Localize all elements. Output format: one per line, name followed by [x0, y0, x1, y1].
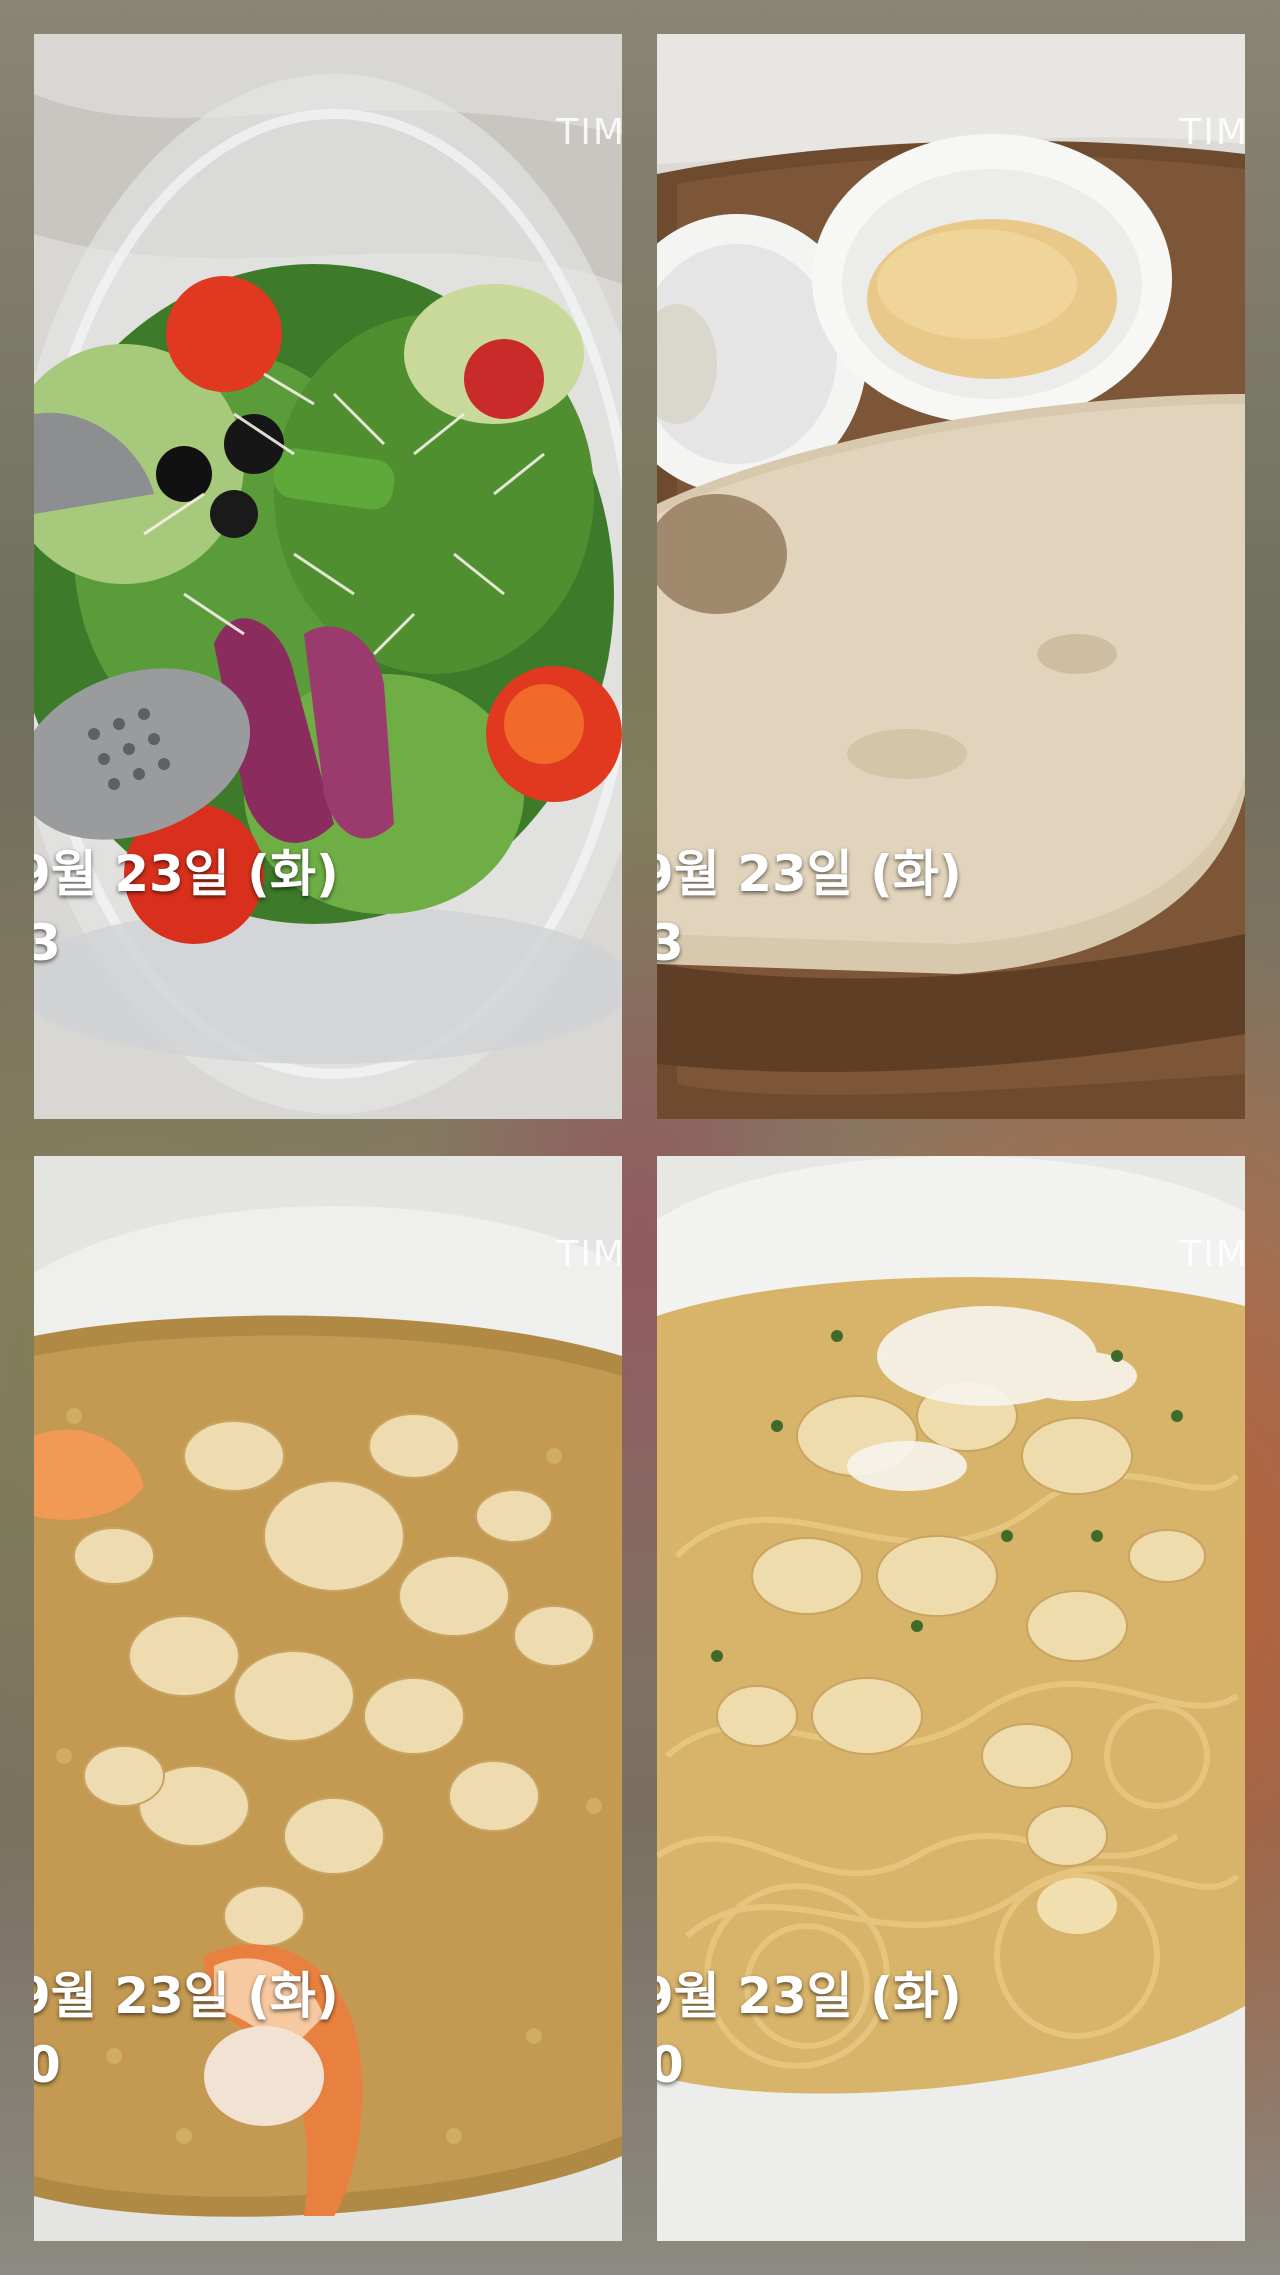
date-overlay: 9월 23일 (화) — [34, 845, 339, 903]
number-overlay: 3 — [657, 914, 684, 972]
watermark-text: TIM — [556, 112, 622, 153]
date-overlay: 9월 23일 (화) — [34, 1967, 339, 2025]
photo-tile-pasta[interactable]: TIM 9월 23일 (화) 0 — [657, 1156, 1245, 2241]
pasta-photo — [657, 1156, 1245, 2241]
number-overlay: 0 — [34, 2036, 61, 2094]
watermark-text: TIM — [1179, 1234, 1245, 1275]
watermark-text: TIM — [1179, 112, 1245, 153]
date-overlay: 9월 23일 (화) — [657, 1967, 962, 2025]
photo-tile-calzone[interactable]: TIM 9월 23일 (화) 3 — [657, 34, 1245, 1119]
calzone-photo — [657, 34, 1245, 1119]
photo-tile-risotto[interactable]: TIM 9월 23일 (화) 0 — [34, 1156, 622, 2241]
number-overlay: 0 — [657, 2036, 684, 2094]
salad-photo — [34, 34, 622, 1119]
risotto-photo — [34, 1156, 622, 2241]
photo-tile-salad[interactable]: TIM 9월 23일 (화) 3 — [34, 34, 622, 1119]
number-overlay: 3 — [34, 914, 61, 972]
date-overlay: 9월 23일 (화) — [657, 845, 962, 903]
watermark-text: TIM — [556, 1234, 622, 1275]
